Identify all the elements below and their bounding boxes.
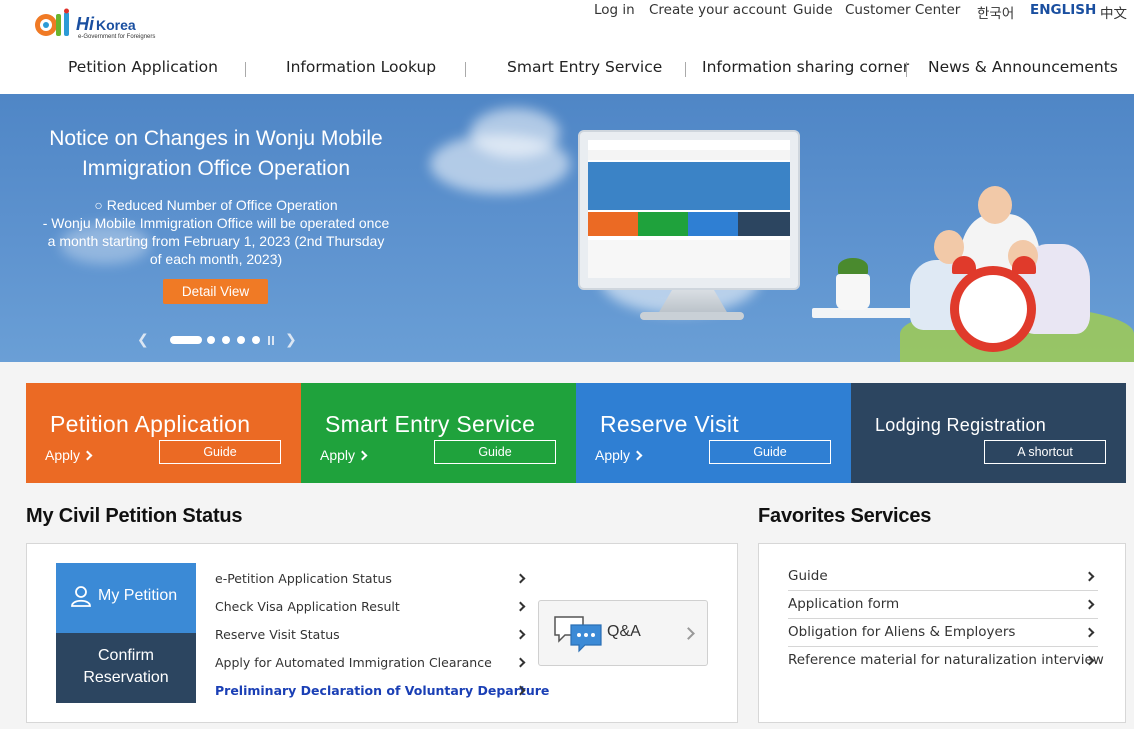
banner-line-2: - Wonju Mobile Immigration Office will b… <box>42 215 390 267</box>
lang-english-link[interactable]: ENGLISH <box>1030 2 1096 18</box>
nav-divider <box>685 62 686 77</box>
tile-title: Lodging Registration <box>875 415 1047 435</box>
list-item-label: Apply for Automated Immigration Clearanc… <box>215 655 492 670</box>
tile-guide-button[interactable]: Guide <box>434 440 556 464</box>
tile-reserve-visit: Reserve Visit Apply Guide <box>576 383 851 483</box>
chevron-right-icon <box>515 657 526 668</box>
qa-button[interactable]: Q&A <box>538 600 708 666</box>
chevron-right-icon <box>682 627 695 640</box>
logo-subtitle: e-Government for Foreigners <box>78 34 156 40</box>
nav-information-sharing[interactable]: Information sharing corner <box>702 58 909 76</box>
my-petition-button[interactable]: My Petition <box>56 563 196 633</box>
banner-line-1: ○ Reduced Number of Office Operation <box>94 197 338 213</box>
tile-apply-link[interactable]: Apply <box>45 447 93 463</box>
section-title-petition-status: My Civil Petition Status <box>26 505 243 527</box>
tile-smart-entry-service: Smart Entry Service Apply Guide <box>301 383 576 483</box>
divider <box>788 590 1098 591</box>
tile-title: Petition Application <box>50 411 251 437</box>
nav-divider <box>465 62 466 77</box>
chat-bubbles-icon <box>554 616 602 653</box>
tile-lodging-registration: Lodging Registration A shortcut <box>851 383 1126 483</box>
cloud-decoration <box>470 108 560 158</box>
list-item-label: Preliminary Declaration of Voluntary Dep… <box>215 683 550 698</box>
plant-pot <box>836 274 870 310</box>
qa-label: Q&A <box>607 623 641 640</box>
banner-next-icon[interactable]: ❯ <box>285 332 297 348</box>
chevron-right-icon <box>1084 571 1095 582</box>
customer-center-link[interactable]: Customer Center <box>845 2 960 18</box>
list-item[interactable]: Check Visa Application Result <box>215 596 531 618</box>
detail-view-button[interactable]: Detail View <box>163 279 268 304</box>
banner-body: ○ Reduced Number of Office Operation - W… <box>40 196 392 268</box>
banner-pause-icon[interactable] <box>268 336 274 345</box>
nav-news-announcements[interactable]: News & Announcements <box>928 58 1118 76</box>
chevron-right-icon <box>515 629 526 640</box>
slide-indicator[interactable] <box>237 336 245 344</box>
list-item[interactable]: e-Petition Application Status <box>215 568 531 590</box>
list-item-label: Application form <box>788 596 900 612</box>
slide-indicator[interactable] <box>252 336 260 344</box>
nav-divider <box>906 62 907 77</box>
tile-guide-button[interactable]: Guide <box>159 440 281 464</box>
slide-indicator[interactable] <box>222 336 230 344</box>
guide-link[interactable]: Guide <box>793 2 833 18</box>
chevron-right-icon <box>1084 627 1095 638</box>
chevron-right-icon <box>632 450 643 461</box>
tile-title: Reserve Visit <box>600 411 739 437</box>
hikorea-logo-icon <box>35 8 69 36</box>
nav-divider <box>245 62 246 77</box>
tile-apply-link[interactable]: Apply <box>320 447 368 463</box>
confirm-reservation-button[interactable]: Confirm Reservation <box>56 633 196 703</box>
tile-apply-link[interactable]: Apply <box>595 447 643 463</box>
main-banner: Notice on Changes in Wonju Mobile Immigr… <box>0 94 1134 362</box>
list-item[interactable]: Reserve Visit Status <box>215 624 531 646</box>
nav-information-lookup[interactable]: Information Lookup <box>286 58 436 76</box>
divider <box>788 618 1098 619</box>
tile-shortcut-button[interactable]: A shortcut <box>984 440 1106 464</box>
banner-prev-icon[interactable]: ❮ <box>137 332 149 348</box>
section-title-favorites: Favorites Services <box>758 505 932 527</box>
tile-guide-button[interactable]: Guide <box>709 440 831 464</box>
login-link[interactable]: Log in <box>594 2 635 18</box>
hikorea-logo[interactable]: Hi Korea e-Government for Foreigners <box>34 6 156 42</box>
list-item-label: Check Visa Application Result <box>215 599 400 614</box>
nav-petition-application[interactable]: Petition Application <box>68 58 218 76</box>
slide-indicator[interactable] <box>207 336 215 344</box>
nav-smart-entry-service[interactable]: Smart Entry Service <box>507 58 662 76</box>
list-item-label: Reserve Visit Status <box>215 627 340 642</box>
list-item-label: Obligation for Aliens & Employers <box>788 624 1016 640</box>
chevron-right-icon <box>515 573 526 584</box>
list-item[interactable]: Reference material for naturalization in… <box>788 650 1104 678</box>
main-nav: Petition Application Information Lookup … <box>0 58 1134 82</box>
list-item[interactable]: Apply for Automated Immigration Clearanc… <box>215 652 531 674</box>
create-account-link[interactable]: Create your account <box>649 2 787 18</box>
lang-korean-link[interactable]: 한국어 <box>977 2 1014 22</box>
chevron-right-icon <box>1084 599 1095 610</box>
chevron-right-icon <box>357 450 368 461</box>
list-item-label: Reference material for naturalization in… <box>788 652 1104 668</box>
logo-wordmark: Hi Korea <box>76 14 136 34</box>
my-petition-label: My Petition <box>98 587 178 604</box>
site-header: Hi Korea e-Government for Foreigners Log … <box>0 0 1134 94</box>
list-item[interactable]: Preliminary Declaration of Voluntary Dep… <box>215 680 549 702</box>
chevron-right-icon <box>515 601 526 612</box>
list-item-label: e-Petition Application Status <box>215 571 392 586</box>
banner-title: Notice on Changes in Wonju Mobile Immigr… <box>49 127 383 180</box>
divider <box>788 646 1098 647</box>
list-item-label: Guide <box>788 568 828 584</box>
tile-petition-application: Petition Application Apply Guide <box>26 383 301 483</box>
utility-nav: Log in Create your account Guide Custome… <box>594 2 1134 22</box>
user-icon <box>71 586 91 607</box>
lang-chinese-link[interactable]: 中文 <box>1100 2 1127 22</box>
slide-indicator-active[interactable] <box>170 336 202 344</box>
tile-title: Smart Entry Service <box>325 411 536 437</box>
monitor-illustration <box>578 130 800 290</box>
chevron-right-icon <box>82 450 93 461</box>
alarm-clock-icon <box>950 266 1036 352</box>
